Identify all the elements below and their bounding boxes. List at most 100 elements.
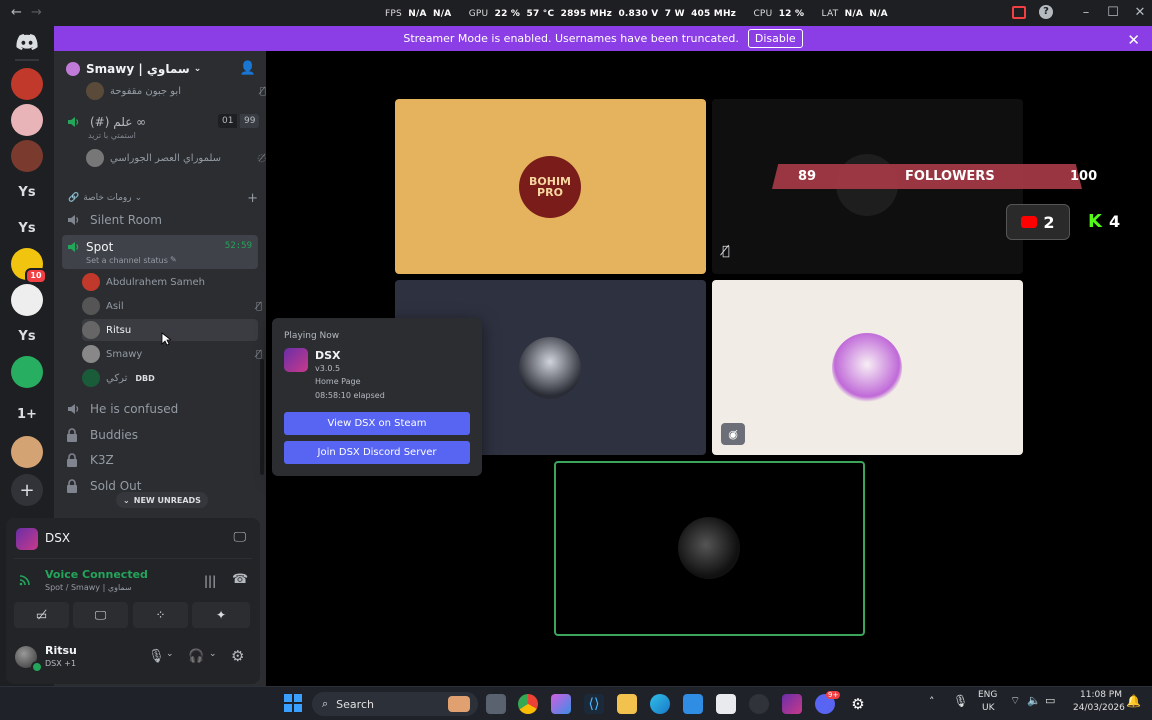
followers-goal: 100	[1070, 169, 1098, 184]
voice-user[interactable]: Abdulrahem Sameh	[82, 271, 262, 293]
voice-user[interactable]: سلموراي العصر الجوراسي ◌̸	[86, 147, 266, 169]
microphone-icon[interactable]: 🎙	[148, 649, 165, 664]
windows-start-icon[interactable]	[284, 694, 302, 712]
settings-app-icon[interactable]: ⚙	[848, 694, 868, 714]
language-code[interactable]: ENG	[978, 690, 997, 700]
pencil-icon[interactable]: ✎	[170, 255, 177, 264]
chrome-icon[interactable]	[518, 694, 538, 714]
lock-icon	[66, 428, 84, 442]
category-private-rooms[interactable]: 🔗 رومات خاصة ⌄ +	[68, 190, 258, 206]
avatar	[82, 369, 100, 387]
avatar-server-icon[interactable]	[11, 140, 43, 172]
kick-counter: K 4	[1088, 211, 1120, 232]
store-icon[interactable]	[716, 694, 736, 714]
soundboard-button[interactable]: ✦	[192, 602, 250, 628]
panel-username[interactable]: Ritsu	[45, 644, 77, 657]
food-server-icon[interactable]	[11, 436, 43, 468]
stream-game-icon[interactable]: 🖵	[233, 530, 246, 545]
activities-button[interactable]: ⁘	[133, 602, 188, 628]
add-server-icon[interactable]: +	[11, 474, 43, 506]
green-server-icon[interactable]	[11, 356, 43, 388]
noise-suppression-icon[interactable]: |||	[204, 574, 216, 588]
anime-server-icon[interactable]	[11, 104, 43, 136]
clock-time[interactable]: 11:08 PM	[1080, 690, 1122, 700]
disconnect-icon[interactable]: ☎	[232, 572, 248, 587]
join-discord-server-button[interactable]: Join DSX Discord Server	[284, 441, 470, 464]
volume-icon[interactable]: 🔈	[1027, 694, 1041, 707]
disable-streamer-mode-button[interactable]: Disable	[747, 29, 803, 48]
new-unreads-pill[interactable]: ⌄ NEW UNREADS	[116, 492, 208, 508]
maximize-icon[interactable]: ☐	[1104, 4, 1122, 22]
wifi-icon[interactable]: ⌔	[1010, 694, 1020, 708]
set-channel-status[interactable]: Set a channel status	[86, 256, 168, 265]
app-icon[interactable]	[749, 694, 769, 714]
discord-home-icon[interactable]	[11, 30, 43, 54]
voice-channel-buddies[interactable]: Buddies	[62, 423, 258, 447]
participant-tile-4[interactable]: ◉̸	[712, 280, 1023, 455]
voice-connected-status[interactable]: Voice Connected	[45, 568, 148, 581]
participant-tile-5-speaking[interactable]	[554, 461, 865, 636]
edge-icon[interactable]	[650, 694, 670, 714]
voice-user[interactable]: Smawy 🎙̸	[82, 343, 262, 365]
taskbar-search[interactable]: ⌕ Search	[312, 692, 478, 716]
forward-icon[interactable]: →	[31, 5, 42, 20]
game-version: v3.0.5	[315, 364, 341, 373]
headphones-icon[interactable]: 🎧	[188, 649, 204, 664]
close-banner-icon[interactable]: ✕	[1127, 31, 1140, 49]
participant-tile-1[interactable]: BOHIM PRO	[395, 99, 706, 274]
voice-user[interactable]: ابو جبون مقفوحة 🎙̸	[86, 80, 266, 102]
camera-off-button[interactable]: ▭̸	[14, 602, 69, 628]
battery-icon[interactable]: ▭	[1045, 694, 1055, 707]
voice-channel-he-is-confused[interactable]: He is confused	[62, 397, 258, 421]
voice-channel-spot[interactable]: Spot 52:59 Set a channel status ✎	[62, 235, 258, 269]
voice-channel-silent-room[interactable]: Silent Room	[62, 208, 258, 232]
clock-date[interactable]: 24/03/2026	[1073, 703, 1125, 713]
call-timer: 52:59	[224, 241, 252, 251]
voice-channel-path[interactable]: Spot / Smawy | سماوي	[45, 583, 132, 592]
connection-signal-icon[interactable]	[18, 573, 32, 587]
share-screen-button[interactable]: 🖵	[73, 602, 128, 628]
vscode-icon[interactable]: ⟨⟩	[584, 694, 604, 714]
lat-value: N/A	[844, 9, 864, 19]
boohimpro-server-icon[interactable]	[11, 68, 43, 100]
settings-gear-icon[interactable]: ⚙	[231, 647, 244, 665]
user-limit: 99	[240, 114, 260, 128]
photos-icon[interactable]	[683, 694, 703, 714]
file-explorer-icon[interactable]	[617, 694, 637, 714]
tray-microphone-icon[interactable]: 🎙	[953, 694, 968, 708]
keyboard-layout[interactable]: UK	[982, 703, 995, 713]
voice-channel-k3z[interactable]: K3Z	[62, 448, 258, 472]
voice-user[interactable]: تركي DBD	[82, 367, 262, 389]
view-on-steam-button[interactable]: View DSX on Steam	[284, 412, 470, 435]
server-icon[interactable]: Ys	[11, 320, 43, 352]
channel-name: (#) علم ∞	[90, 115, 147, 129]
server-icon[interactable]: Ys	[11, 176, 43, 208]
muted-icon: 🎙̸	[255, 348, 262, 360]
chevron-down-icon[interactable]: ⌄	[209, 649, 217, 659]
back-icon[interactable]: ←	[11, 5, 22, 20]
copilot-icon[interactable]	[551, 694, 571, 714]
gpu-mem-clock: 405 MHz	[691, 9, 737, 19]
sketch-server-icon[interactable]	[11, 284, 43, 316]
minimize-icon[interactable]: –	[1077, 4, 1095, 22]
help-icon[interactable]: ?	[1039, 5, 1053, 19]
search-highlight-icon	[448, 696, 470, 712]
sidebar-scrollbar[interactable]	[260, 359, 264, 475]
dsx-icon[interactable]	[782, 694, 802, 714]
panel-user-activity: DSX +1	[45, 659, 77, 668]
fps-value2: N/A	[433, 9, 452, 19]
close-window-icon[interactable]: ✕	[1131, 4, 1149, 22]
create-channel-icon[interactable]: +	[247, 191, 258, 206]
server-icon[interactable]: Ys	[11, 212, 43, 244]
invite-people-icon[interactable]: 👤	[240, 61, 256, 76]
voice-user[interactable]: Asil 🎙̸	[82, 295, 262, 317]
participant-avatar: BOHIM PRO	[519, 156, 581, 218]
server-icon[interactable]: 1+	[11, 398, 43, 430]
notifications-bell-icon[interactable]: 🔔	[1126, 694, 1141, 708]
inbox-icon[interactable]	[1012, 6, 1026, 19]
kick-icon: K	[1088, 211, 1102, 232]
participant-avatar	[519, 337, 581, 399]
task-view-icon[interactable]	[486, 694, 506, 714]
tray-chevron-up-icon[interactable]: ˄	[929, 695, 935, 708]
chevron-down-icon[interactable]: ⌄	[166, 649, 174, 659]
